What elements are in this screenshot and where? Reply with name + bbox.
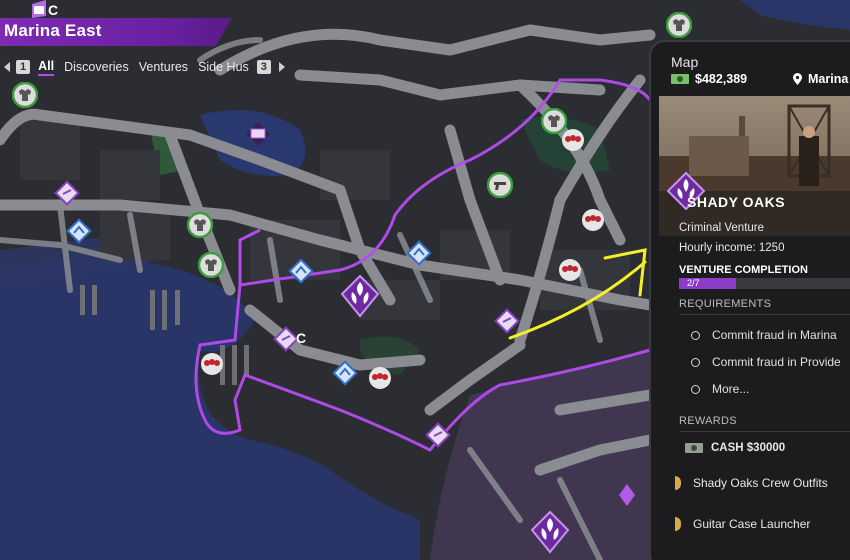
reward-bullet-icon <box>675 476 681 490</box>
location-name: Marina <box>808 72 849 86</box>
hourly-income: Hourly income: 1250 <box>679 242 785 254</box>
tab-discoveries[interactable]: Discoveries <box>62 60 131 74</box>
requirements-header: REQUIREMENTS <box>679 298 772 310</box>
reward-cash-label: CASH $30000 <box>711 442 786 454</box>
previous-key-hint: 1 <box>16 60 31 74</box>
location-display: Marina <box>793 72 848 86</box>
venture-preview-image <box>659 96 850 236</box>
saints-logo-icon <box>32 0 46 18</box>
requirement-item[interactable]: Commit fraud in Provide <box>691 355 841 369</box>
activity-icon[interactable] <box>288 258 314 284</box>
filter-tabs: 1 All Discoveries Ventures Side Hus 3 <box>4 58 285 76</box>
venture-icon[interactable] <box>494 308 520 334</box>
reward-label: Shady Oaks Crew Outfits <box>693 476 828 490</box>
shirt-icon[interactable] <box>198 252 224 278</box>
shirt-icon[interactable] <box>666 12 692 38</box>
previous-arrow-icon[interactable] <box>4 62 10 72</box>
completion-progress-bar: 2/7 <box>679 278 850 289</box>
shirt-icon[interactable] <box>187 212 213 238</box>
cash-icon <box>671 74 689 84</box>
waypoint-icon[interactable] <box>618 484 636 506</box>
brass-knuckles-icon[interactable] <box>561 128 585 152</box>
requirement-item[interactable]: Commit fraud in Marina <box>691 328 837 342</box>
completion-progress-text: 2/7 <box>687 278 700 288</box>
requirement-more[interactable]: More... <box>691 382 749 396</box>
brass-knuckles-icon[interactable] <box>581 208 605 232</box>
reward-item: Shady Oaks Crew Outfits <box>675 476 828 490</box>
reward-item: Guitar Case Launcher <box>675 517 810 531</box>
rewards-header: REWARDS <box>679 415 737 427</box>
activity-icon[interactable] <box>332 360 358 386</box>
gun-shop-icon[interactable] <box>487 172 513 198</box>
header-logo-letter: C <box>48 2 59 18</box>
reward-bullet-icon <box>675 517 681 531</box>
brass-knuckles-icon[interactable] <box>368 366 392 390</box>
venture-icon[interactable] <box>425 422 451 448</box>
tab-side-hustles[interactable]: Side Hus <box>196 60 251 74</box>
region-title: Marina East <box>4 21 102 40</box>
cash-display: $482,389 <box>671 72 747 86</box>
checkbox-circle-icon <box>691 357 700 367</box>
property-marker[interactable]: C <box>296 330 306 346</box>
shirt-icon[interactable] <box>12 82 38 108</box>
completion-label: VENTURE COMPLETION <box>679 264 808 276</box>
activity-icon[interactable] <box>66 218 92 244</box>
requirement-label: More... <box>712 382 750 396</box>
reward-cash: CASH $30000 <box>685 442 785 454</box>
tab-ventures[interactable]: Ventures <box>137 60 190 74</box>
venture-icon[interactable] <box>54 180 80 206</box>
panel-title: Map <box>671 54 699 70</box>
checkbox-circle-icon <box>691 384 700 394</box>
brass-knuckles-icon[interactable] <box>200 352 224 376</box>
vehicle-icon[interactable] <box>244 120 272 148</box>
requirement-label: Commit fraud in Marina <box>712 328 837 342</box>
brass-knuckles-icon[interactable] <box>558 258 582 282</box>
next-arrow-icon[interactable] <box>278 62 285 72</box>
saints-fleur-icon[interactable] <box>530 510 570 554</box>
activity-icon[interactable] <box>406 240 432 266</box>
location-pin-icon <box>793 73 802 85</box>
venture-type: Criminal Venture <box>679 222 765 234</box>
reward-label: Guitar Case Launcher <box>693 517 811 531</box>
cash-icon <box>685 443 703 453</box>
saints-fleur-icon[interactable] <box>340 274 380 318</box>
divider <box>679 431 850 432</box>
venture-name: SHADY OAKS <box>687 194 786 210</box>
cash-amount: $482,389 <box>695 72 748 86</box>
venture-detail-panel: Map $482,389 Marina SHADY OAKS Criminal … <box>649 40 850 560</box>
tab-all[interactable]: All <box>36 59 56 76</box>
divider <box>679 314 850 315</box>
requirement-label: Commit fraud in Provide <box>712 355 841 369</box>
next-key-hint: 3 <box>256 60 271 74</box>
checkbox-circle-icon <box>691 330 700 340</box>
